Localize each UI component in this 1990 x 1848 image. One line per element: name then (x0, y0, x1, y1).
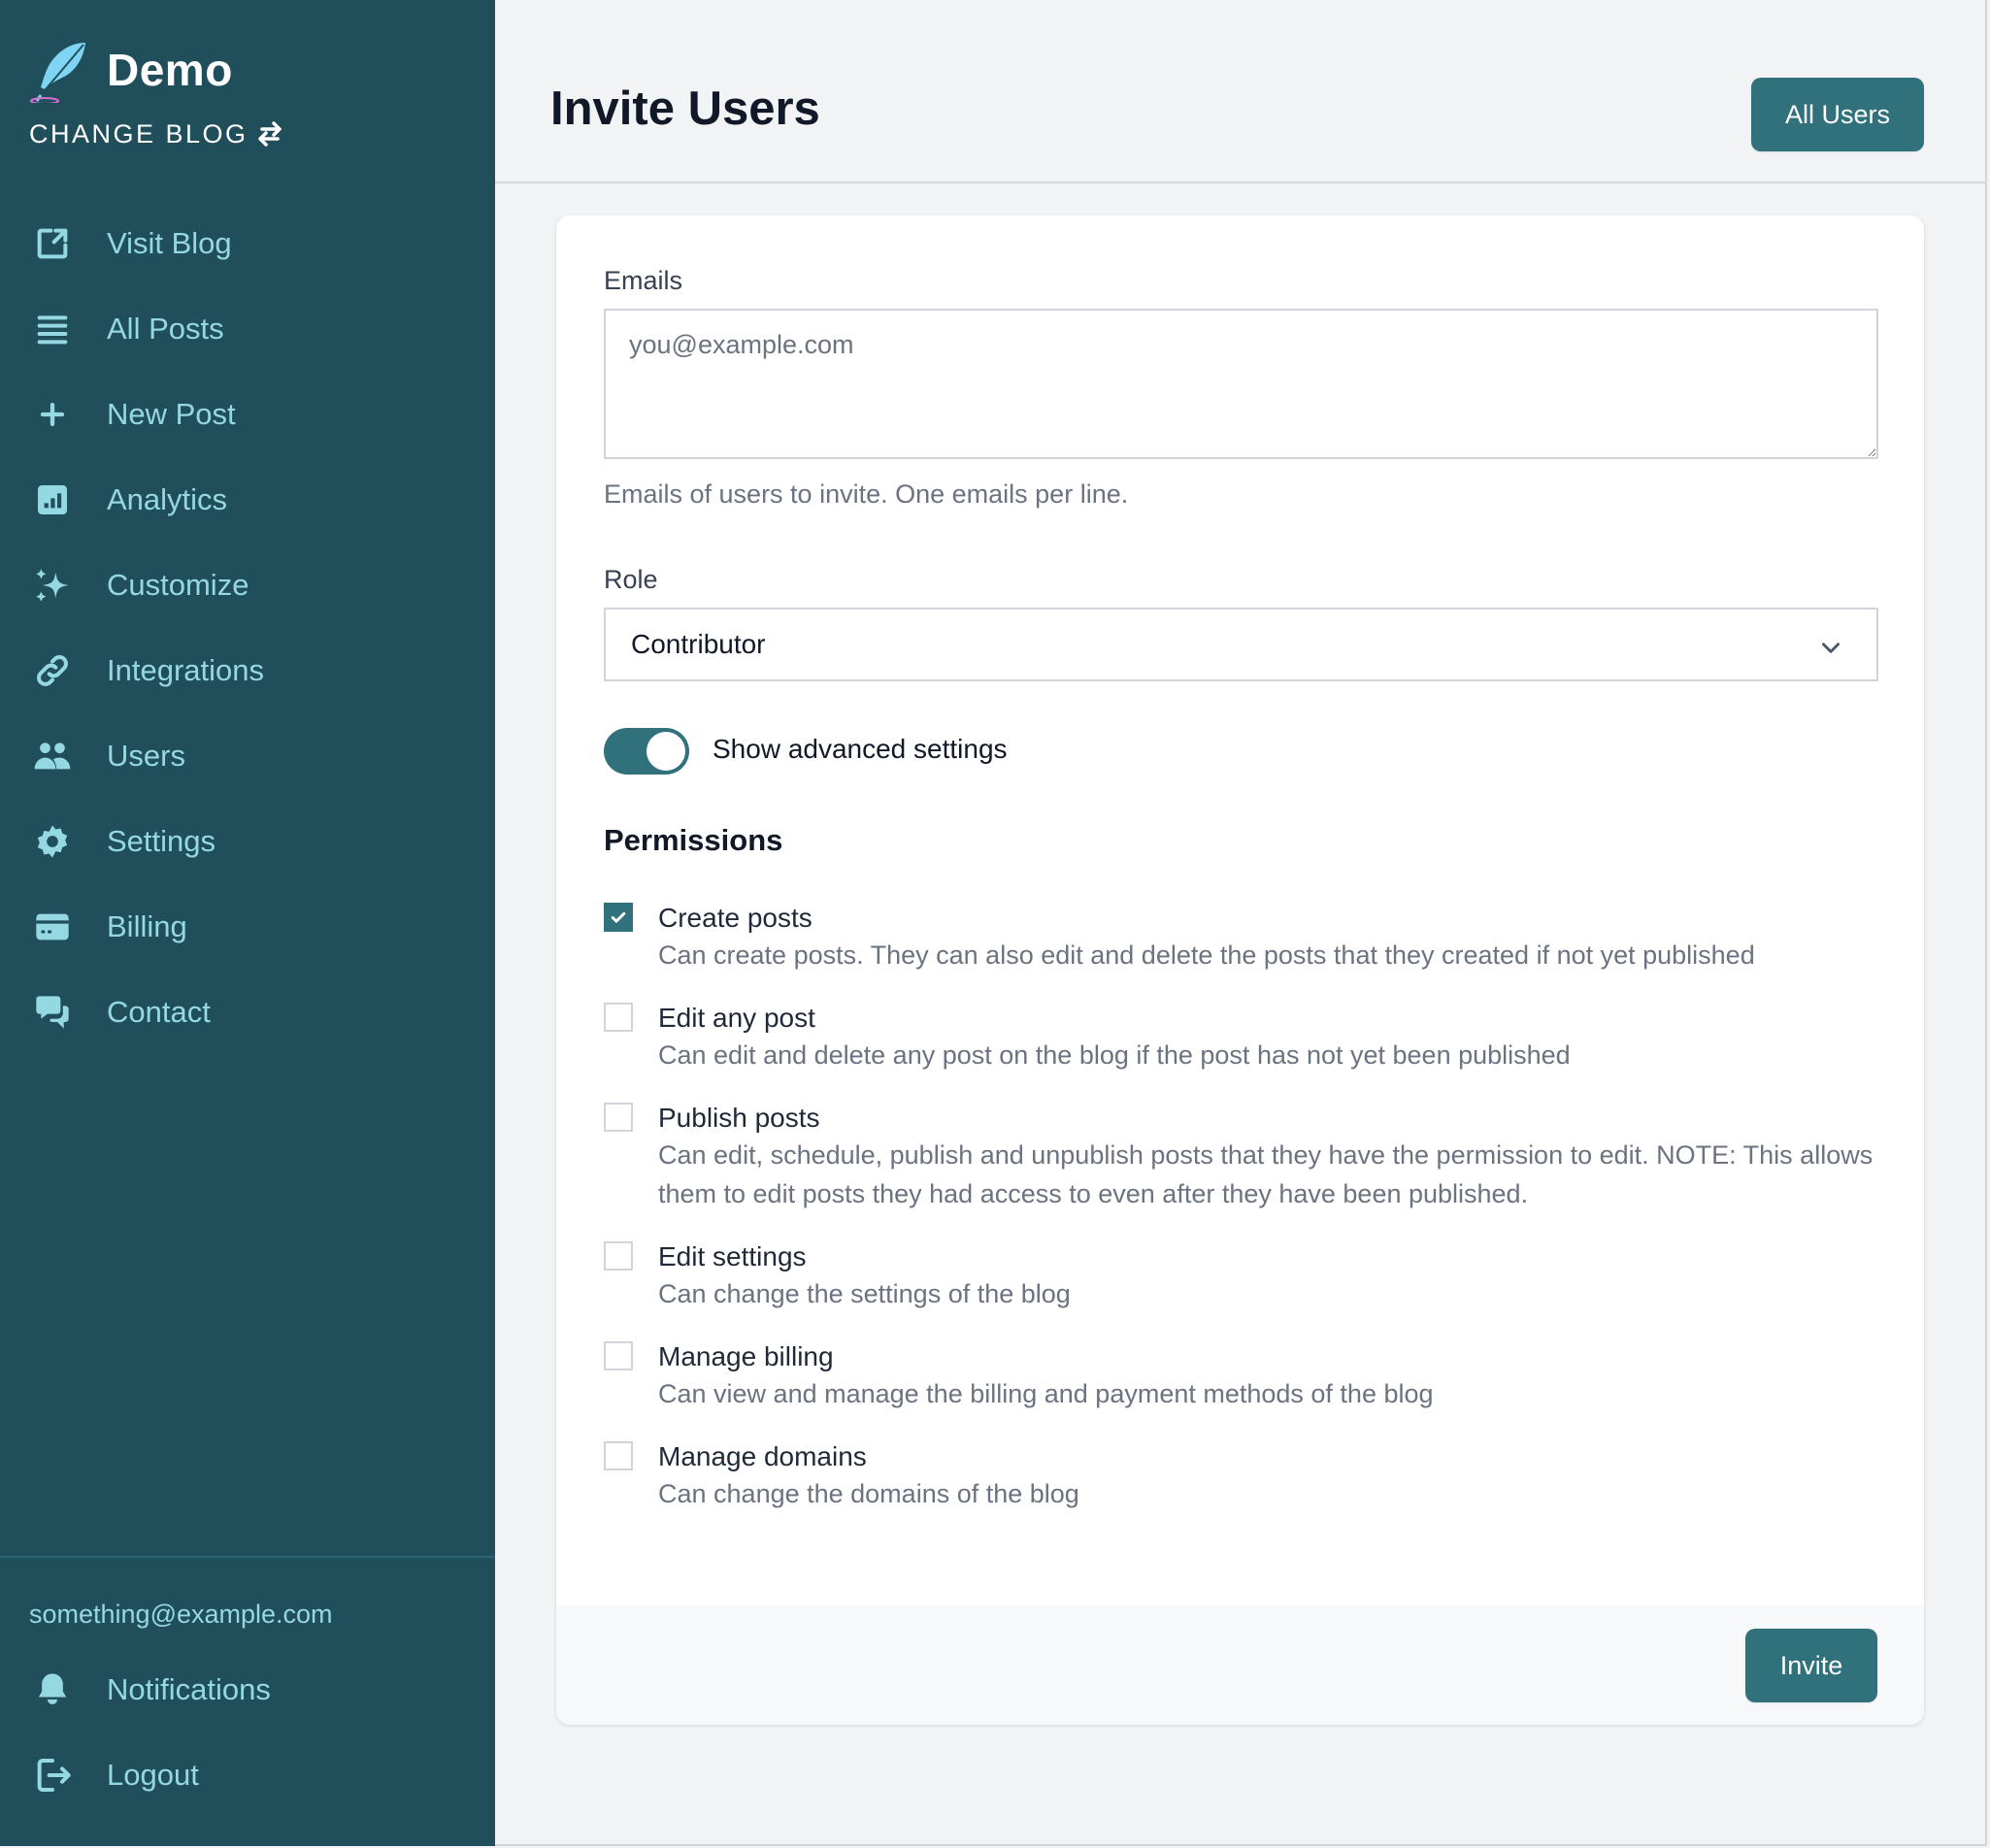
sparkles-icon (31, 564, 74, 607)
invite-form-card: Emails Emails of users to invite. One em… (556, 215, 1924, 1725)
permission-checkbox[interactable] (604, 1103, 633, 1132)
sidebar-item-integrations[interactable]: Integrations (0, 628, 495, 713)
role-label: Role (604, 565, 658, 594)
sidebar-item-users[interactable]: Users (0, 713, 495, 799)
sidebar-item-billing[interactable]: Billing (0, 884, 495, 970)
permission-checkbox[interactable] (604, 1441, 633, 1470)
permission-edit-settings: Edit settings Can change the settings of… (604, 1239, 1885, 1313)
role-selected-value: Contributor (631, 629, 766, 659)
sidebar-divider (0, 1556, 495, 1558)
chevron-down-icon (1822, 643, 1840, 653)
sidebar-nav: Visit Blog All Posts New Post Analytics … (0, 201, 495, 1055)
permission-manage-billing: Manage billing Can view and manage the b… (604, 1339, 1885, 1413)
sidebar-item-label: Integrations (107, 653, 264, 687)
permission-description: Can create posts. They can also edit and… (658, 940, 1755, 970)
chat-icon (31, 991, 74, 1034)
permission-checkbox[interactable] (604, 1241, 633, 1270)
permission-title: Manage billing (658, 1341, 834, 1371)
permissions-heading: Permissions (604, 823, 783, 857)
sidebar-item-label: Customize (107, 568, 249, 602)
gear-icon (31, 820, 74, 863)
sidebar-item-label: Billing (107, 909, 187, 943)
link-icon (31, 649, 74, 692)
advanced-settings-label: Show advanced settings (713, 734, 1008, 764)
card-footer: Invite (556, 1605, 1924, 1725)
sidebar-item-settings[interactable]: Settings (0, 799, 495, 884)
sidebar-item-label: Users (107, 739, 185, 773)
sidebar-item-label: Visit Blog (107, 226, 232, 260)
toggle-knob (647, 732, 685, 771)
sidebar-item-label: Settings (107, 824, 216, 858)
emails-help-text: Emails of users to invite. One emails pe… (604, 479, 1129, 509)
sidebar-item-all-posts[interactable]: All Posts (0, 286, 495, 372)
permission-checkbox[interactable] (604, 903, 633, 932)
users-icon (31, 735, 74, 777)
sidebar-item-label: Contact (107, 995, 211, 1029)
permission-publish-posts: Publish posts Can edit, schedule, publis… (604, 1101, 1885, 1213)
sidebar-item-notifications[interactable]: Notifications (0, 1647, 495, 1732)
permission-description: Can view and manage the billing and paym… (658, 1379, 1434, 1408)
emails-label: Emails (604, 266, 683, 295)
invite-button[interactable]: Invite (1745, 1629, 1877, 1702)
brand[interactable]: Demo (27, 37, 233, 103)
permission-description: Can edit and delete any post on the blog… (658, 1040, 1571, 1070)
list-icon (31, 308, 74, 350)
page-title: Invite Users (550, 82, 820, 135)
brand-name: Demo (107, 45, 233, 95)
sidebar-item-label: Notifications (107, 1672, 271, 1706)
logout-icon (31, 1754, 74, 1797)
permission-checkbox[interactable] (604, 1003, 633, 1032)
sidebar-item-logout[interactable]: Logout (0, 1732, 495, 1818)
plus-icon (31, 393, 74, 436)
permission-description: Can edit, schedule, publish and unpublis… (658, 1140, 1874, 1208)
change-blog-label: CHANGE BLOG (29, 118, 249, 148)
all-users-button[interactable]: All Users (1751, 78, 1924, 151)
permission-title: Edit settings (658, 1241, 807, 1271)
emails-textarea[interactable] (604, 309, 1878, 459)
permission-checkbox[interactable] (604, 1341, 633, 1370)
sidebar: Demo CHANGE BLOG Visit Blog All Posts Ne… (0, 0, 495, 1846)
bell-icon (31, 1668, 74, 1711)
sidebar-item-visit-blog[interactable]: Visit Blog (0, 201, 495, 286)
change-blog-link[interactable]: CHANGE BLOG (29, 118, 285, 149)
sidebar-item-label: New Post (107, 397, 236, 431)
permission-title: Edit any post (658, 1003, 815, 1033)
page-header: Invite Users All Users (495, 0, 1987, 183)
sidebar-item-contact[interactable]: Contact (0, 970, 495, 1055)
credit-card-icon (31, 906, 74, 948)
swap-arrows-icon (257, 121, 282, 147)
external-link-icon (31, 222, 74, 265)
sidebar-item-new-post[interactable]: New Post (0, 372, 495, 457)
sidebar-item-analytics[interactable]: Analytics (0, 457, 495, 543)
permission-description: Can change the settings of the blog (658, 1279, 1071, 1308)
sidebar-item-label: Analytics (107, 482, 228, 516)
permission-manage-domains: Manage domains Can change the domains of… (604, 1439, 1885, 1513)
permission-title: Publish posts (658, 1103, 820, 1133)
permission-title: Manage domains (658, 1441, 867, 1471)
feather-logo-icon (30, 43, 85, 103)
permissions-list: Create posts Can create posts. They can … (604, 901, 1885, 1539)
advanced-settings-toggle[interactable] (604, 728, 689, 775)
sidebar-bottom-nav: Notifications Logout (0, 1647, 495, 1818)
sidebar-item-label: Logout (107, 1758, 199, 1792)
sidebar-item-label: All Posts (107, 312, 224, 346)
chart-icon (31, 478, 74, 521)
role-select[interactable]: Contributor (604, 608, 1878, 681)
permission-description: Can change the domains of the blog (658, 1479, 1079, 1508)
sidebar-item-customize[interactable]: Customize (0, 543, 495, 628)
user-email: something@example.com (29, 1600, 333, 1629)
checkmark-icon (611, 911, 626, 923)
permission-create-posts: Create posts Can create posts. They can … (604, 901, 1885, 974)
permission-title: Create posts (658, 903, 813, 933)
permission-edit-any-post: Edit any post Can edit and delete any po… (604, 1001, 1885, 1074)
